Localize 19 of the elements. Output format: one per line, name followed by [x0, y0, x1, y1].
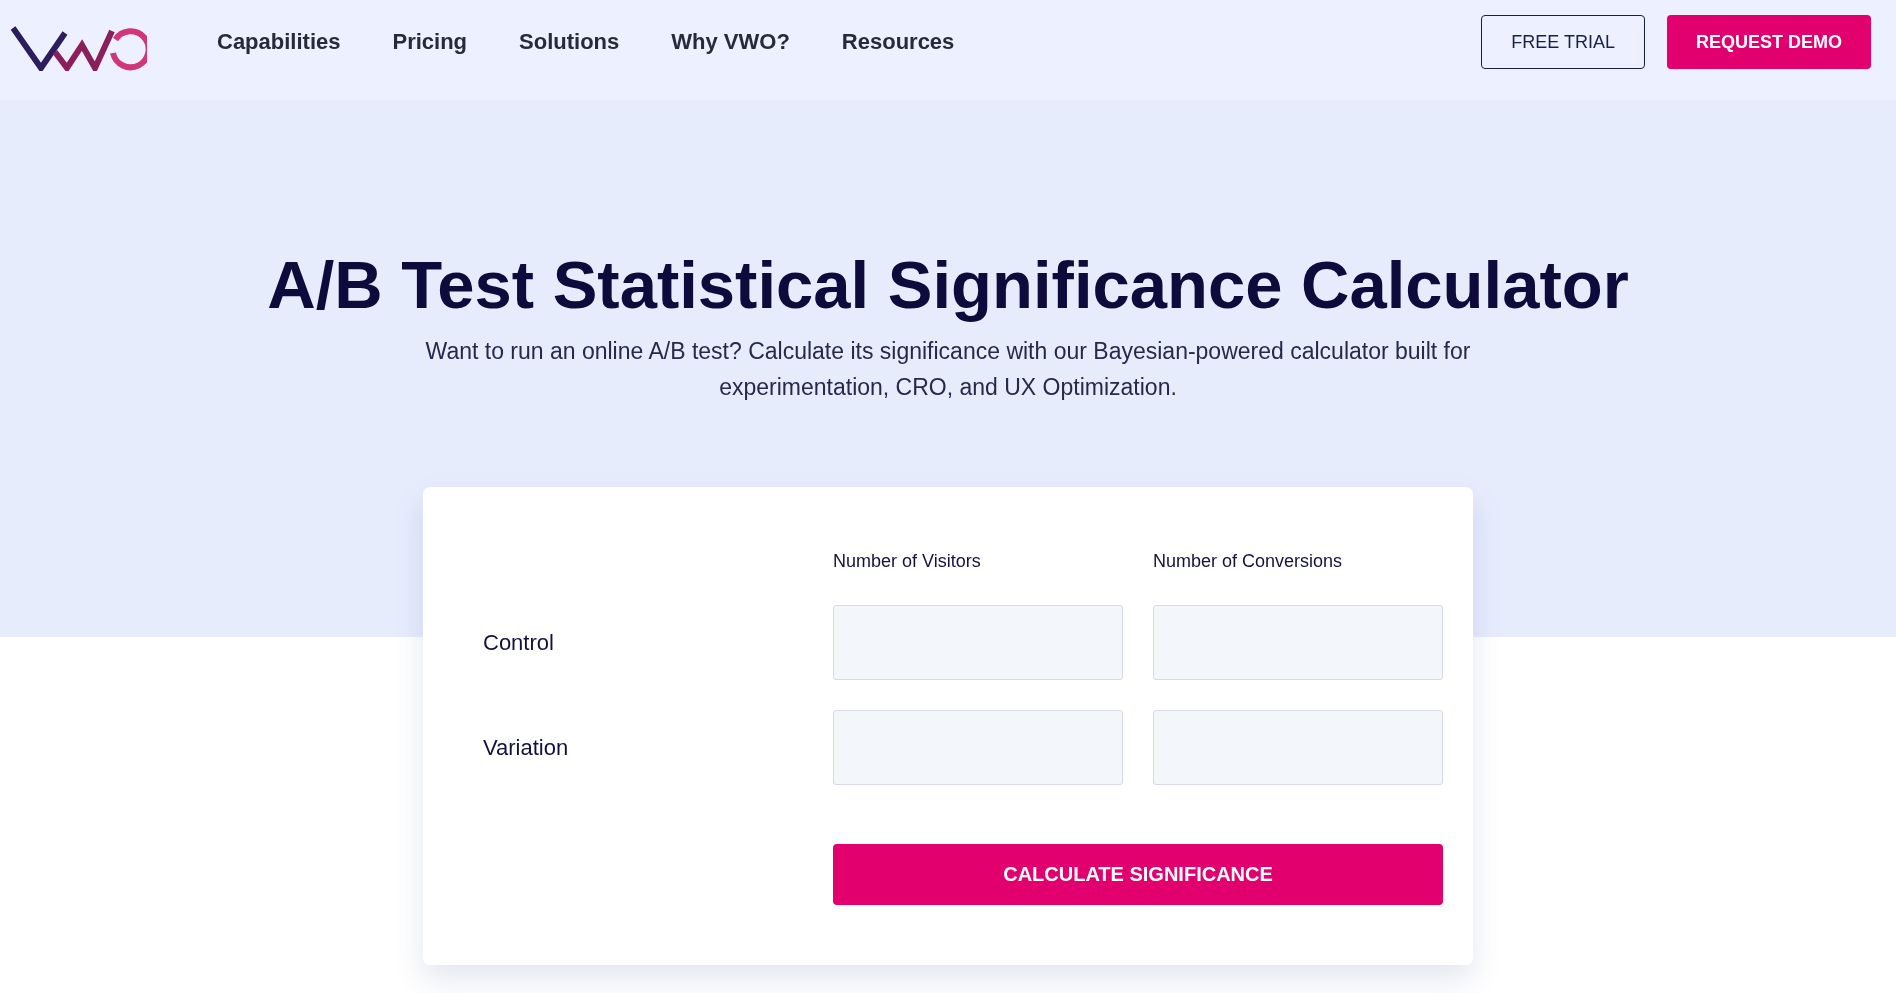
free-trial-button[interactable]: FREE TRIAL [1481, 15, 1645, 69]
nav-link[interactable]: Capabilities [217, 29, 341, 55]
row-label: Control [483, 629, 555, 656]
calculate-significance-button[interactable]: CALCULATE SIGNIFICANCE [833, 844, 1443, 905]
input-field[interactable] [833, 710, 1123, 785]
logo[interactable] [11, 25, 147, 71]
page-subtitle: Want to run an online A/B test? Calculate its significance with our Bayesian-powered calculator built for experimentation, CRO, and UX Optimization. [424, 337, 1472, 402]
nav-link[interactable]: Solutions [519, 29, 620, 55]
column-heading: Number of Visitors [833, 550, 982, 573]
row-label: Variation [483, 734, 570, 761]
nav-link[interactable]: Resources [841, 29, 955, 55]
request-demo-button[interactable]: REQUEST DEMO [1667, 15, 1871, 69]
nav-link[interactable]: Pricing [392, 29, 468, 55]
input-field[interactable] [1153, 605, 1443, 680]
input-field[interactable] [833, 605, 1123, 680]
column-heading: Number of Conversions [1153, 550, 1344, 573]
nav-link[interactable]: Why VWO? [671, 29, 790, 55]
page-title: A/B Test Statistical Significance Calculator [267, 246, 1629, 324]
input-field[interactable] [1153, 710, 1443, 785]
